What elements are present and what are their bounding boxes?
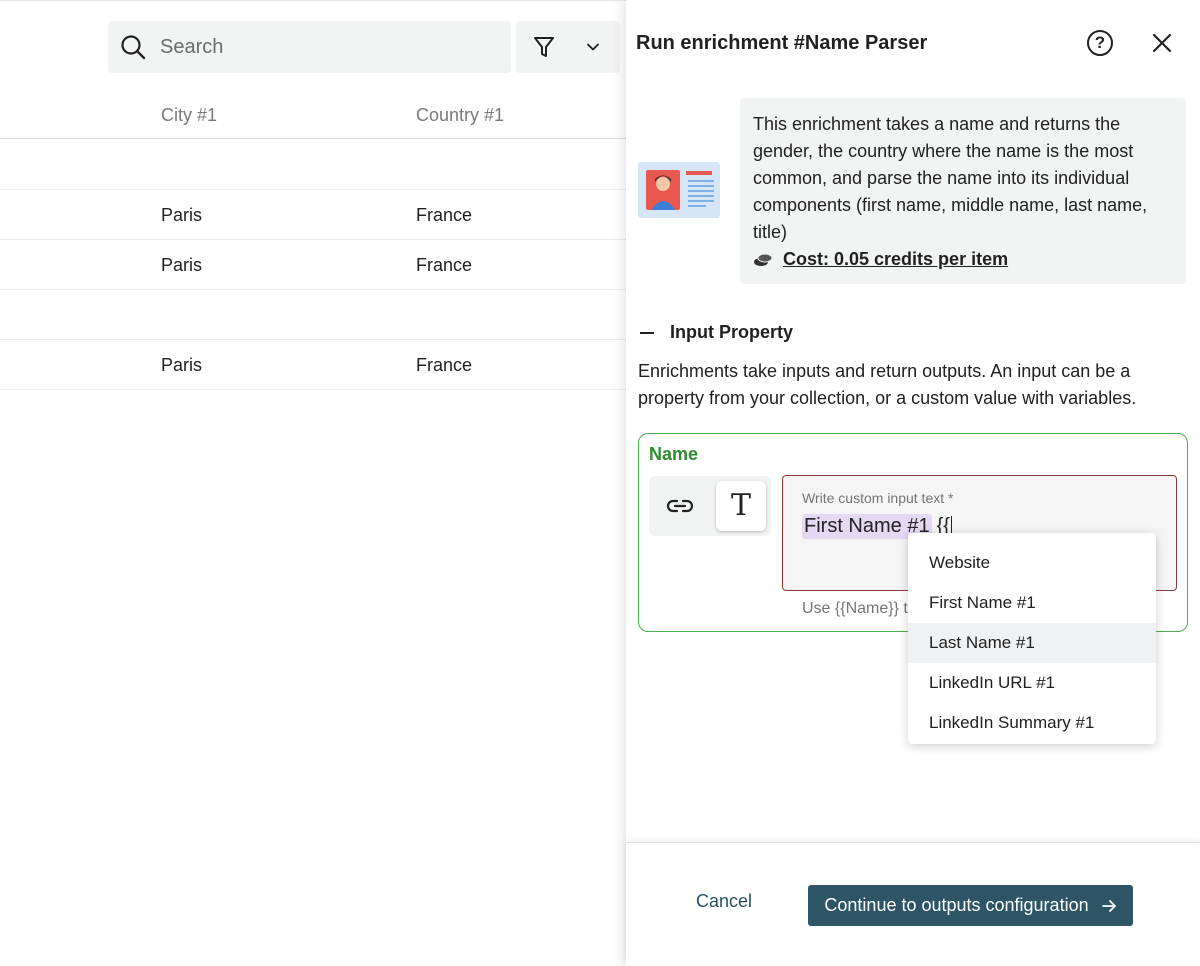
text-icon[interactable]: T: [716, 481, 766, 531]
dropdown-item[interactable]: LinkedIn URL #1: [908, 663, 1156, 703]
drawer-title: Run enrichment #Name Parser: [636, 32, 928, 54]
column-header-country[interactable]: Country #1: [416, 105, 504, 126]
column-header-city[interactable]: City #1: [161, 105, 217, 126]
cost-label: Cost: 0.05 credits per item: [783, 249, 1009, 269]
cell-country: France: [416, 205, 473, 225]
cell-country: France: [416, 355, 473, 375]
search-bar[interactable]: [108, 21, 511, 73]
enrichment-drawer: Run enrichment #Name Parser ? This enric…: [626, 0, 1200, 966]
input-name-label: Name: [649, 444, 699, 464]
dropdown-item[interactable]: First Name #1: [908, 583, 1156, 623]
dropdown-item[interactable]: Website: [908, 543, 1156, 583]
input-property-toggle[interactable]: Input Property: [640, 322, 793, 343]
table-row[interactable]: Paris France: [0, 340, 626, 390]
cell-city: Paris: [161, 205, 203, 225]
search-icon: [121, 35, 146, 60]
cost-link[interactable]: Cost: 0.05 credits per item: [753, 246, 1173, 273]
id-card-icon: [638, 162, 720, 218]
input-mode-toggle: T: [649, 476, 771, 536]
filter-icon: [534, 37, 554, 57]
help-icon[interactable]: ?: [1087, 30, 1113, 56]
helper-text: Use {{Name}} to: [802, 600, 917, 617]
section-title: Input Property: [670, 322, 794, 342]
drawer-footer: Cancel Continue to outputs configuration: [626, 842, 1200, 966]
dropdown-item-highlighted[interactable]: Last Name #1: [908, 623, 1156, 663]
minus-icon: [640, 331, 654, 334]
variable-dropdown: Website First Name #1 Last Name #1 Linke…: [908, 533, 1156, 744]
search-input[interactable]: [160, 33, 490, 61]
enrichment-description: This enrichment takes a name and returns…: [753, 114, 1148, 242]
field-label: Write custom input text *: [802, 490, 954, 506]
dropdown-item[interactable]: LinkedIn Summary #1: [908, 703, 1156, 743]
link-icon[interactable]: [665, 494, 695, 518]
table-row[interactable]: [0, 140, 626, 190]
section-description: Enrichments take inputs and return outpu…: [638, 361, 1137, 408]
enrichment-info: This enrichment takes a name and returns…: [740, 98, 1186, 284]
table-header: City #1 Country #1: [0, 93, 626, 139]
table-row[interactable]: Paris France: [0, 190, 626, 240]
continue-label: Continue to outputs configuration: [824, 895, 1089, 915]
cell-city: Paris: [161, 355, 203, 375]
chevron-down-icon: [587, 43, 599, 51]
table-view: City #1 Country #1 Paris France Paris Fr…: [0, 0, 626, 966]
table-row[interactable]: [0, 290, 626, 340]
cancel-button[interactable]: Cancel: [696, 891, 752, 912]
cell-country: France: [416, 255, 473, 275]
name-input-card: Name T Write custom input text * First N…: [638, 433, 1188, 744]
filter-button[interactable]: [516, 21, 620, 73]
cell-city: Paris: [161, 255, 203, 275]
coins-icon: [754, 253, 773, 266]
arrow-right-icon: [1101, 899, 1116, 912]
close-icon[interactable]: [1150, 31, 1174, 55]
table-row[interactable]: Paris France: [0, 240, 626, 290]
continue-button[interactable]: Continue to outputs configuration: [808, 885, 1133, 926]
